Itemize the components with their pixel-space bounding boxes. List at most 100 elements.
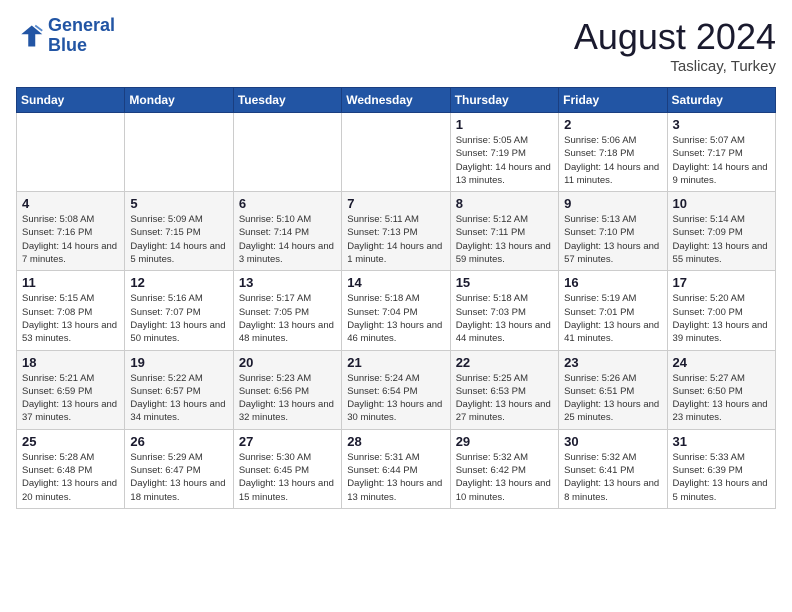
day-number: 2 (564, 117, 661, 132)
day-info: Sunrise: 5:06 AM Sunset: 7:18 PM Dayligh… (564, 134, 661, 187)
calendar-day-30: 30Sunrise: 5:32 AM Sunset: 6:41 PM Dayli… (559, 429, 667, 508)
day-info: Sunrise: 5:16 AM Sunset: 7:07 PM Dayligh… (130, 292, 227, 345)
calendar-body: 1Sunrise: 5:05 AM Sunset: 7:19 PM Daylig… (17, 113, 776, 509)
day-info: Sunrise: 5:11 AM Sunset: 7:13 PM Dayligh… (347, 213, 444, 266)
day-number: 6 (239, 196, 336, 211)
day-info: Sunrise: 5:24 AM Sunset: 6:54 PM Dayligh… (347, 372, 444, 425)
day-number: 29 (456, 434, 553, 449)
day-number: 10 (673, 196, 770, 211)
calendar-table: SundayMondayTuesdayWednesdayThursdayFrid… (16, 87, 776, 509)
day-number: 26 (130, 434, 227, 449)
day-info: Sunrise: 5:22 AM Sunset: 6:57 PM Dayligh… (130, 372, 227, 425)
day-number: 27 (239, 434, 336, 449)
calendar-week-3: 11Sunrise: 5:15 AM Sunset: 7:08 PM Dayli… (17, 271, 776, 350)
day-number: 11 (22, 275, 119, 290)
day-number: 17 (673, 275, 770, 290)
day-number: 12 (130, 275, 227, 290)
day-info: Sunrise: 5:23 AM Sunset: 6:56 PM Dayligh… (239, 372, 336, 425)
day-number: 20 (239, 355, 336, 370)
day-info: Sunrise: 5:33 AM Sunset: 6:39 PM Dayligh… (673, 451, 770, 504)
day-info: Sunrise: 5:25 AM Sunset: 6:53 PM Dayligh… (456, 372, 553, 425)
day-info: Sunrise: 5:19 AM Sunset: 7:01 PM Dayligh… (564, 292, 661, 345)
day-info: Sunrise: 5:05 AM Sunset: 7:19 PM Dayligh… (456, 134, 553, 187)
calendar-empty-cell (233, 113, 341, 192)
logo-text: General Blue (48, 16, 115, 56)
calendar-empty-cell (342, 113, 450, 192)
weekday-header-thursday: Thursday (450, 88, 558, 113)
day-info: Sunrise: 5:18 AM Sunset: 7:04 PM Dayligh… (347, 292, 444, 345)
day-number: 9 (564, 196, 661, 211)
calendar-day-3: 3 Sunrise: 5:07 AM Sunset: 7:17 PM Daylig… (667, 113, 775, 192)
day-info: Sunrise: 5:18 AM Sunset: 7:03 PM Dayligh… (456, 292, 553, 345)
day-info: Sunrise: 5:32 AM Sunset: 6:41 PM Dayligh… (564, 451, 661, 504)
day-info: Sunrise: 5:09 AM Sunset: 7:15 PM Dayligh… (130, 213, 227, 266)
day-info: Sunrise: 5:27 AM Sunset: 6:50 PM Dayligh… (673, 372, 770, 425)
calendar-day-27: 27 Sunrise: 5:30 AM Sunset: 6:45 PM Dayli… (233, 429, 341, 508)
day-number: 15 (456, 275, 553, 290)
month-year-title: August 2024 (574, 16, 776, 58)
calendar-week-4: 18 Sunrise: 5:21 AM Sunset: 6:59 PM Dayli… (17, 350, 776, 429)
day-info: Sunrise: 5:17 AM Sunset: 7:05 PM Dayligh… (239, 292, 336, 345)
day-info: Sunrise: 5:12 AM Sunset: 7:11 PM Dayligh… (456, 213, 553, 266)
day-info: Sunrise: 5:08 AM Sunset: 7:16 PM Dayligh… (22, 213, 119, 266)
weekday-header-sunday: Sunday (17, 88, 125, 113)
day-info: Sunrise: 5:21 AM Sunset: 6:59 PM Dayligh… (22, 372, 119, 425)
calendar-day-26: 26 Sunrise: 5:29 AM Sunset: 6:47 PM Dayli… (125, 429, 233, 508)
weekday-header-tuesday: Tuesday (233, 88, 341, 113)
calendar-day-24: 24 Sunrise: 5:27 AM Sunset: 6:50 PM Dayli… (667, 350, 775, 429)
page-header: General Blue August 2024 Taslicay, Turke… (16, 16, 776, 75)
calendar-day-10: 10 Sunrise: 5:14 AM Sunset: 7:09 PM Dayli… (667, 192, 775, 271)
day-info: Sunrise: 5:20 AM Sunset: 7:00 PM Dayligh… (673, 292, 770, 345)
day-number: 7 (347, 196, 444, 211)
calendar-day-6: 6 Sunrise: 5:10 AM Sunset: 7:14 PM Daylig… (233, 192, 341, 271)
day-number: 14 (347, 275, 444, 290)
day-info: Sunrise: 5:14 AM Sunset: 7:09 PM Dayligh… (673, 213, 770, 266)
calendar-header: SundayMondayTuesdayWednesdayThursdayFrid… (17, 88, 776, 113)
calendar-day-23: 23Sunrise: 5:26 AM Sunset: 6:51 PM Dayli… (559, 350, 667, 429)
day-number: 21 (347, 355, 444, 370)
day-info: Sunrise: 5:29 AM Sunset: 6:47 PM Dayligh… (130, 451, 227, 504)
day-info: Sunrise: 5:07 AM Sunset: 7:17 PM Dayligh… (673, 134, 770, 187)
calendar-day-1: 1Sunrise: 5:05 AM Sunset: 7:19 PM Daylig… (450, 113, 558, 192)
calendar-day-12: 12 Sunrise: 5:16 AM Sunset: 7:07 PM Dayli… (125, 271, 233, 350)
calendar-day-15: 15 Sunrise: 5:18 AM Sunset: 7:03 PM Dayli… (450, 271, 558, 350)
day-number: 28 (347, 434, 444, 449)
day-number: 18 (22, 355, 119, 370)
calendar-day-8: 8 Sunrise: 5:12 AM Sunset: 7:11 PM Daylig… (450, 192, 558, 271)
weekday-header-saturday: Saturday (667, 88, 775, 113)
calendar-day-31: 31Sunrise: 5:33 AM Sunset: 6:39 PM Dayli… (667, 429, 775, 508)
day-number: 22 (456, 355, 553, 370)
day-number: 23 (564, 355, 661, 370)
calendar-day-20: 20 Sunrise: 5:23 AM Sunset: 6:56 PM Dayli… (233, 350, 341, 429)
calendar-day-16: 16 Sunrise: 5:19 AM Sunset: 7:01 PM Dayli… (559, 271, 667, 350)
weekday-header-monday: Monday (125, 88, 233, 113)
day-number: 3 (673, 117, 770, 132)
title-block: August 2024 Taslicay, Turkey (574, 16, 776, 75)
day-info: Sunrise: 5:30 AM Sunset: 6:45 PM Dayligh… (239, 451, 336, 504)
calendar-day-28: 28Sunrise: 5:31 AM Sunset: 6:44 PM Dayli… (342, 429, 450, 508)
calendar-day-29: 29Sunrise: 5:32 AM Sunset: 6:42 PM Dayli… (450, 429, 558, 508)
day-number: 8 (456, 196, 553, 211)
calendar-empty-cell (17, 113, 125, 192)
calendar-week-2: 4Sunrise: 5:08 AM Sunset: 7:16 PM Daylig… (17, 192, 776, 271)
day-number: 5 (130, 196, 227, 211)
day-number: 19 (130, 355, 227, 370)
calendar-week-5: 25Sunrise: 5:28 AM Sunset: 6:48 PM Dayli… (17, 429, 776, 508)
calendar-day-2: 2 Sunrise: 5:06 AM Sunset: 7:18 PM Daylig… (559, 113, 667, 192)
calendar-day-11: 11Sunrise: 5:15 AM Sunset: 7:08 PM Dayli… (17, 271, 125, 350)
logo-line1: General (48, 15, 115, 35)
calendar-day-21: 21 Sunrise: 5:24 AM Sunset: 6:54 PM Dayli… (342, 350, 450, 429)
day-info: Sunrise: 5:10 AM Sunset: 7:14 PM Dayligh… (239, 213, 336, 266)
logo-line2: Blue (48, 35, 87, 55)
day-number: 16 (564, 275, 661, 290)
calendar-day-5: 5 Sunrise: 5:09 AM Sunset: 7:15 PM Daylig… (125, 192, 233, 271)
weekday-header-wednesday: Wednesday (342, 88, 450, 113)
calendar-day-4: 4Sunrise: 5:08 AM Sunset: 7:16 PM Daylig… (17, 192, 125, 271)
day-info: Sunrise: 5:13 AM Sunset: 7:10 PM Dayligh… (564, 213, 661, 266)
calendar-day-9: 9 Sunrise: 5:13 AM Sunset: 7:10 PM Daylig… (559, 192, 667, 271)
calendar-day-17: 17 Sunrise: 5:20 AM Sunset: 7:00 PM Dayli… (667, 271, 775, 350)
calendar-day-19: 19 Sunrise: 5:22 AM Sunset: 6:57 PM Dayli… (125, 350, 233, 429)
weekday-header-row: SundayMondayTuesdayWednesdayThursdayFrid… (17, 88, 776, 113)
calendar-day-7: 7 Sunrise: 5:11 AM Sunset: 7:13 PM Daylig… (342, 192, 450, 271)
day-number: 24 (673, 355, 770, 370)
